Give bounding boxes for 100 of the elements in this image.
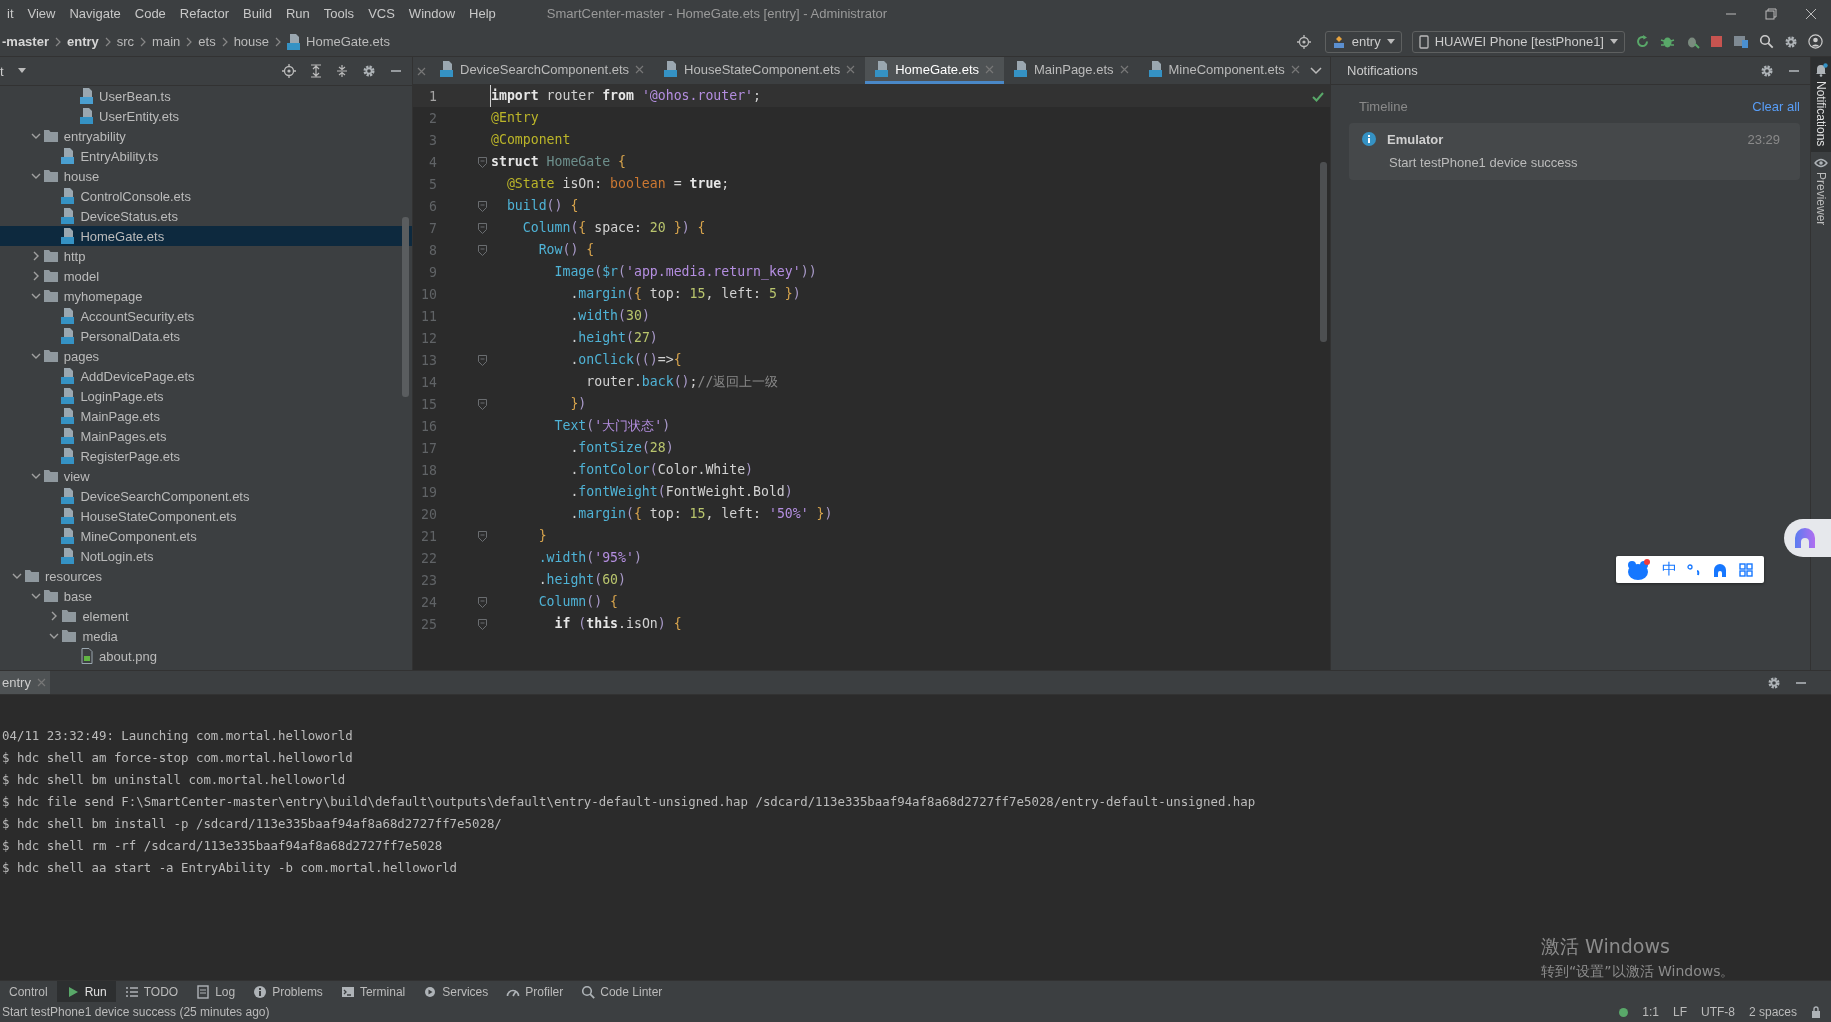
- locate-icon[interactable]: [282, 64, 296, 78]
- close-icon[interactable]: [417, 67, 426, 76]
- breadcrumb-item[interactable]: src: [114, 34, 137, 49]
- tree-item[interactable]: HouseStateComponent.ets: [0, 506, 412, 526]
- lock-icon[interactable]: [1811, 1006, 1821, 1018]
- breadcrumb-item[interactable]: ets: [196, 34, 218, 49]
- editor-tab[interactable]: MineComponent.ets: [1138, 57, 1310, 84]
- menu-item[interactable]: VCS: [361, 6, 402, 21]
- breadcrumb-item[interactable]: house: [231, 34, 272, 49]
- fold-icon[interactable]: [478, 530, 487, 542]
- search-icon[interactable]: [1759, 34, 1774, 49]
- grid-icon[interactable]: [1738, 562, 1753, 577]
- settings-icon[interactable]: [1767, 675, 1781, 690]
- tree-item[interactable]: HomeGate.ets: [0, 226, 412, 246]
- account-icon[interactable]: [1808, 34, 1823, 49]
- tool-window-tab[interactable]: Run: [56, 981, 116, 1002]
- tab-list-icon[interactable]: [1309, 66, 1322, 75]
- tool-window-tab[interactable]: Problems: [244, 981, 332, 1002]
- indent-setting[interactable]: 2 spaces: [1748, 1005, 1797, 1019]
- tree-item[interactable]: element: [0, 606, 412, 626]
- device-manager-icon[interactable]: [1733, 34, 1749, 49]
- caret-icon[interactable]: [17, 68, 26, 74]
- tree-item[interactable]: DeviceSearchComponent.ets: [0, 486, 412, 506]
- tree-item[interactable]: http: [0, 246, 412, 266]
- tool-window-tab[interactable]: Code Linter: [572, 981, 672, 1002]
- close-icon[interactable]: [846, 64, 856, 74]
- device-dropdown[interactable]: HUAWEI Phone [testPhone1]: [1411, 30, 1625, 53]
- line-separator[interactable]: LF: [1672, 1005, 1687, 1019]
- tool-window-tab[interactable]: Control: [0, 981, 57, 1002]
- tree-item[interactable]: MineComponent.ets: [0, 526, 412, 546]
- tool-window-tab[interactable]: Notifications: [1811, 57, 1831, 153]
- collapse-all-icon[interactable]: [336, 64, 348, 78]
- menu-item[interactable]: Code: [127, 6, 173, 21]
- tree-item[interactable]: house: [0, 166, 412, 186]
- input-mode-toggle[interactable]: 中: [1661, 560, 1677, 579]
- fold-icon[interactable]: [478, 354, 487, 366]
- tool-window-tab[interactable]: Terminal: [331, 981, 415, 1002]
- menu-item[interactable]: Help: [462, 6, 503, 21]
- settings-icon[interactable]: [362, 64, 376, 78]
- locate-icon[interactable]: [1296, 34, 1311, 49]
- menu-item[interactable]: Navigate: [62, 6, 128, 21]
- bear-icon[interactable]: [1627, 558, 1652, 581]
- menu-item[interactable]: View: [20, 6, 63, 21]
- tree-item[interactable]: view: [0, 466, 412, 486]
- file-encoding[interactable]: UTF-8: [1700, 1005, 1735, 1019]
- menu-item[interactable]: Window: [401, 6, 463, 21]
- arch-icon[interactable]: [1712, 561, 1729, 578]
- tool-window-tab[interactable]: Services: [414, 981, 498, 1002]
- tree-item[interactable]: myhomepage: [0, 286, 412, 306]
- module-dropdown[interactable]: entry: [1324, 30, 1402, 53]
- console-tab[interactable]: entry: [0, 671, 50, 694]
- tree-item[interactable]: UserEntity.ets: [0, 106, 412, 126]
- fold-icon[interactable]: [478, 222, 487, 234]
- fold-icon[interactable]: [478, 618, 487, 630]
- clear-all-link[interactable]: Clear all: [1752, 98, 1800, 114]
- stop-icon[interactable]: [1710, 35, 1723, 48]
- tree-item[interactable]: resources: [0, 566, 412, 586]
- tool-window-tab[interactable]: Log: [187, 981, 245, 1002]
- scrollbar-thumb[interactable]: [402, 217, 409, 397]
- tree-item[interactable]: UserBean.ts: [0, 86, 412, 106]
- tree-item[interactable]: AddDevicePage.ets: [0, 366, 412, 386]
- punctuation-icon[interactable]: [1687, 562, 1702, 577]
- tree-item[interactable]: about.png: [0, 646, 412, 666]
- caret-position[interactable]: 1:1: [1642, 1005, 1659, 1019]
- tree-item[interactable]: pages: [0, 346, 412, 366]
- breadcrumb-item[interactable]: main: [150, 34, 183, 49]
- breadcrumb-item[interactable]: entry: [64, 34, 101, 49]
- menu-item[interactable]: Tools: [316, 6, 362, 21]
- tree-item[interactable]: ControlConsole.ets: [0, 186, 412, 206]
- tree-item[interactable]: entryability: [0, 126, 412, 146]
- editor-tab[interactable]: HouseStateComponent.ets: [654, 57, 866, 84]
- tree-item[interactable]: AccountSecurity.ets: [0, 306, 412, 326]
- restore-window-icon[interactable]: [1765, 7, 1777, 20]
- expand-all-icon[interactable]: [310, 64, 322, 78]
- fold-icon[interactable]: [478, 596, 487, 608]
- tree-item[interactable]: DeviceStatus.ets: [0, 206, 412, 226]
- settings-icon[interactable]: [1784, 34, 1798, 49]
- editor-tab[interactable]: DeviceSearchComponent.ets: [430, 57, 655, 84]
- menu-item[interactable]: it: [0, 6, 21, 21]
- editor-tab[interactable]: MainPage.ets: [1004, 57, 1139, 84]
- fold-icon[interactable]: [478, 156, 487, 168]
- tree-item[interactable]: model: [0, 266, 412, 286]
- menu-item[interactable]: Run: [278, 6, 317, 21]
- menu-item[interactable]: Refactor: [172, 6, 236, 21]
- close-icon[interactable]: [1290, 64, 1300, 74]
- tool-window-tab[interactable]: Profiler: [497, 981, 573, 1002]
- tree-item[interactable]: EntryAbility.ts: [0, 146, 412, 166]
- settings-icon[interactable]: [1760, 63, 1774, 78]
- close-icon[interactable]: [635, 64, 645, 74]
- tool-window-tab[interactable]: TODO: [115, 981, 188, 1002]
- breadcrumb-item[interactable]: -master: [0, 34, 51, 49]
- scrollbar-thumb[interactable]: [1320, 162, 1327, 342]
- tree-item[interactable]: RegisterPage.ets: [0, 446, 412, 466]
- close-icon[interactable]: [1805, 7, 1817, 20]
- tree-item[interactable]: LoginPage.ets: [0, 386, 412, 406]
- fold-icon[interactable]: [478, 200, 487, 212]
- menu-item[interactable]: Build: [236, 6, 279, 21]
- tree-item[interactable]: media: [0, 626, 412, 646]
- tree-item[interactable]: MainPages.ets: [0, 426, 412, 446]
- close-icon[interactable]: [1119, 64, 1129, 74]
